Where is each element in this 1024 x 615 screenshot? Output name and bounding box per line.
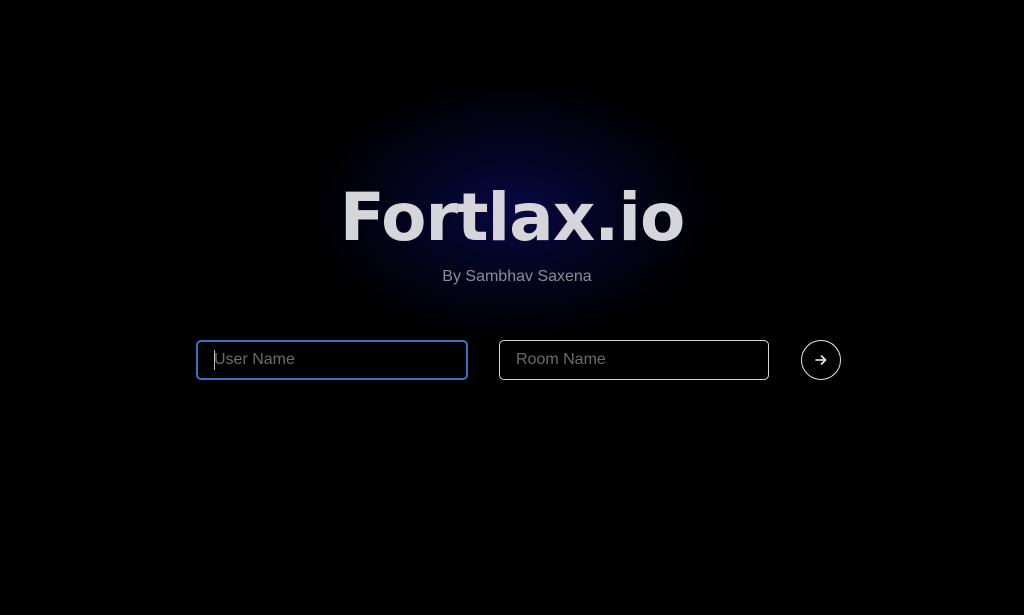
- author-credit: By Sambhav Saxena: [442, 268, 592, 285]
- arrow-right-icon: [814, 353, 828, 367]
- username-input[interactable]: [196, 340, 468, 380]
- page-title: Fortlax.io: [339, 179, 686, 256]
- join-room-button[interactable]: [801, 340, 841, 380]
- text-caret: [214, 350, 215, 370]
- roomname-input[interactable]: [499, 340, 769, 380]
